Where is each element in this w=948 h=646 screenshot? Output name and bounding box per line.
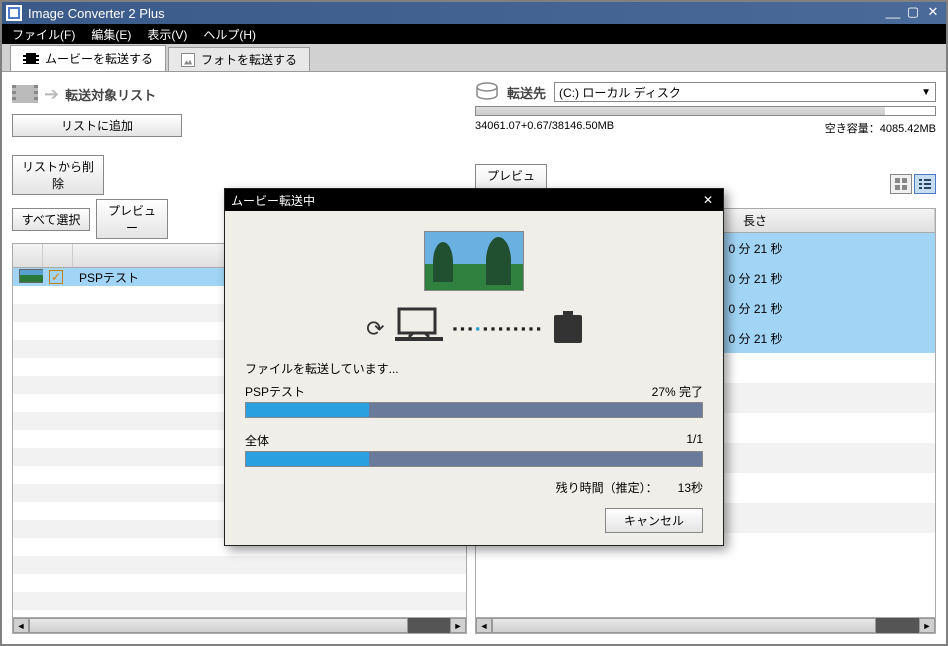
overall-progress-bar [245,451,703,467]
dialog-body: ⟳ ▪▪▪▪▪▪▪▪▪▪▪▪ ファイルを転送しています... PSPテスト 27… [225,211,723,545]
status-text: ファイルを転送しています... [245,360,703,377]
overall-label: 全体 [245,432,269,449]
modal-overlay: ムービー転送中 ✕ ⟳ ▪▪▪▪▪▪▪▪▪▪▪▪ ファイルを転送しています... [2,2,946,644]
pc-icon [395,307,443,350]
transfer-dots: ▪▪▪▪▪▪▪▪▪▪▪▪ [453,321,544,336]
transfer-dialog: ムービー転送中 ✕ ⟳ ▪▪▪▪▪▪▪▪▪▪▪▪ ファイルを転送しています... [224,188,724,546]
cancel-button[interactable]: キャンセル [605,508,703,533]
eta-row: 残り時間（推定）： 13秒 [245,479,703,496]
app-window: Image Converter 2 Plus __ ▢ ✕ ファイル(F) 編集… [0,0,948,646]
transfer-flow-row: ⟳ ▪▪▪▪▪▪▪▪▪▪▪▪ [245,307,703,350]
preview-thumbnail [424,231,524,291]
transfer-graphic [245,231,703,291]
file-progress-fill [246,403,369,417]
overall-progress-fill [246,452,369,466]
dialog-titlebar: ムービー転送中 ✕ [225,189,723,211]
file-name-label: PSPテスト [245,383,305,400]
file-progress-bar [245,402,703,418]
eta-label: 残り時間（推定）： [556,479,658,496]
dialog-close-button[interactable]: ✕ [699,193,717,207]
device-icon [554,315,582,343]
dialog-title: ムービー転送中 [231,192,315,209]
refresh-icon: ⟳ [366,316,384,342]
eta-value: 13秒 [678,479,703,496]
file-pct-label: 27% 完了 [652,383,703,400]
overall-count: 1/1 [686,432,703,449]
